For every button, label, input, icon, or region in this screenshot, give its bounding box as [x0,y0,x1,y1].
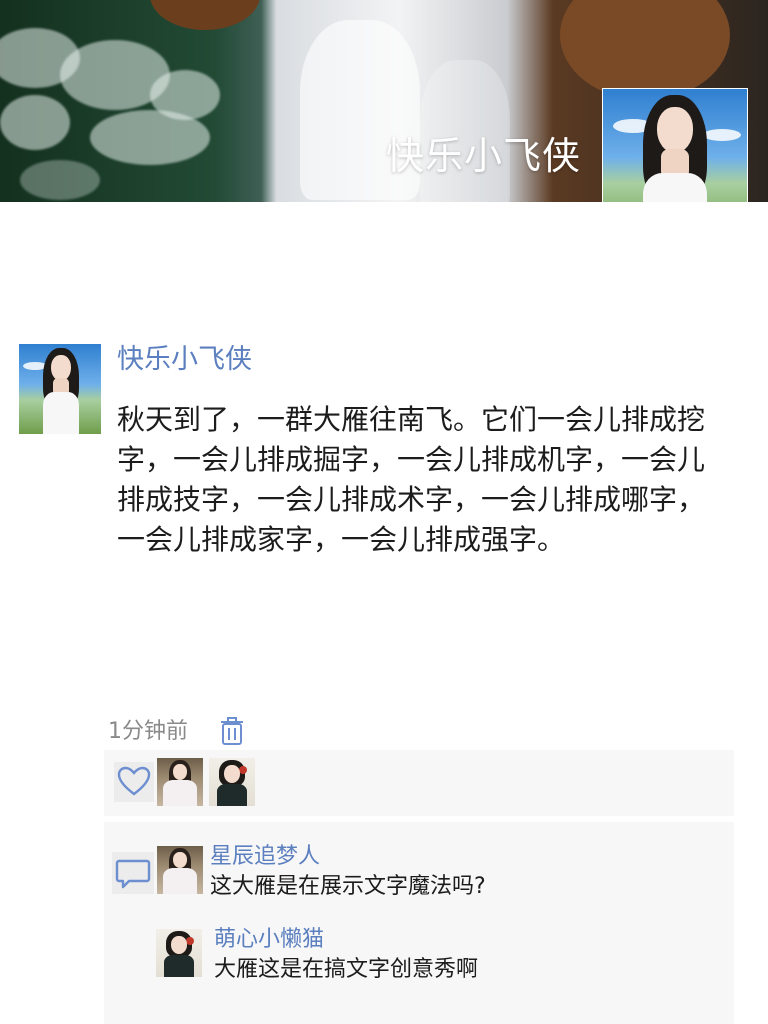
comment-author-avatar[interactable] [157,846,203,894]
cover-username: 快乐小飞侠 [386,134,582,178]
cover-dress-fold [420,60,510,202]
avatar-dress [163,868,197,894]
avatar-dress [643,173,707,202]
like-avatar[interactable] [157,758,203,806]
avatar-dress [163,780,197,806]
cover-hair [560,0,730,100]
avatar-face [173,764,187,780]
trash-icon[interactable] [220,716,244,746]
cover-avatar[interactable] [602,88,748,202]
avatar-face [171,936,187,954]
avatar-dress [43,392,79,434]
heart-icon[interactable] [114,762,154,802]
comments-panel: 星辰追梦人 这大雁是在展示文字魔法吗? 萌心小懒猫 大雁这是在搞文字创意秀啊 [104,822,734,1024]
avatar-hair-flower [239,766,247,774]
avatar-face [173,852,187,868]
cover-bokeh-light [20,160,100,200]
avatar-face [657,107,693,153]
post-author-avatar[interactable] [19,344,101,434]
like-avatar[interactable] [209,758,255,806]
likes-panel [104,750,734,816]
cover-hair [150,0,260,30]
comment-text: 大雁这是在搞文字创意秀啊 [214,957,479,982]
cover-bokeh-light [0,95,70,150]
comment-text: 这大雁是在展示文字魔法吗? [210,874,486,899]
comment-author-name[interactable]: 星辰追梦人 [210,842,320,872]
comment-author-avatar[interactable] [156,929,202,977]
cover-image[interactable]: 快乐小飞侠 [0,0,768,202]
cover-bokeh-light [150,70,220,120]
post-timestamp: 1分钟前 [108,719,188,744]
comment-bubble-icon[interactable] [112,852,154,894]
avatar-hair-flower [186,937,194,945]
comment-author-name[interactable]: 萌心小懒猫 [214,925,324,955]
post-author-name[interactable]: 快乐小飞侠 [117,341,252,379]
avatar-cloud [703,129,741,141]
avatar-dress [217,784,247,806]
avatar-dress [164,955,194,977]
avatar-face [224,765,240,783]
post-content: 秋天到了，一群大雁往南飞。它们一会儿排成挖字，一会儿排成掘字，一会儿排成机字，一… [117,403,706,556]
